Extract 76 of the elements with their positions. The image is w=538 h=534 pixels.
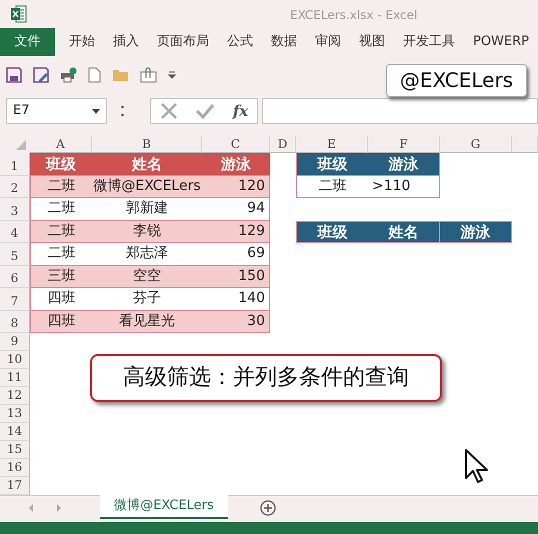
table-cell: 二班	[296, 176, 368, 198]
row-header[interactable]: 14	[0, 423, 30, 441]
overlay-label: @EXCELers	[386, 64, 527, 97]
formula-input[interactable]	[262, 98, 538, 124]
column-header[interactable]: G	[440, 136, 512, 153]
header-cell: 班级	[30, 153, 92, 176]
header-cell: 姓名	[368, 220, 440, 243]
table-cell: 二班	[30, 176, 92, 198]
ribbon-tab[interactable]: 页面布局	[148, 32, 218, 52]
table-cell: 120	[202, 176, 270, 198]
ribbon-tab[interactable]: POWERP	[464, 32, 538, 52]
mouse-pointer-icon	[464, 448, 488, 484]
row-header[interactable]: 10	[0, 351, 30, 369]
file-tab[interactable]: 文件	[0, 28, 56, 56]
row-header[interactable]: 4	[0, 220, 30, 243]
save-as-icon[interactable]	[33, 67, 49, 83]
row-header[interactable]: 15	[0, 441, 30, 459]
table-cell: 微博@EXCELers	[92, 176, 202, 198]
table-cell: 看见星光	[92, 310, 202, 333]
header-cell: 班级	[296, 220, 368, 243]
table-cell: 李锐	[92, 220, 202, 243]
header-cell: 姓名	[92, 153, 202, 176]
ribbon-tab[interactable]: 公式	[218, 32, 262, 52]
add-sheet-icon[interactable]	[260, 500, 276, 516]
header-cell: 游泳	[368, 153, 440, 176]
row-header[interactable]: 8	[0, 310, 30, 333]
check-icon[interactable]	[195, 103, 216, 119]
ribbon-tab[interactable]: 视图	[350, 32, 394, 52]
row-header[interactable]: 3	[0, 198, 30, 220]
row-header[interactable]: 11	[0, 369, 30, 387]
header-cell: 班级	[296, 153, 368, 176]
column-header[interactable]: F	[368, 136, 440, 153]
table-cell: 二班	[30, 220, 92, 243]
table-cell: 150	[202, 266, 270, 288]
column-header[interactable]: A	[30, 136, 92, 153]
row-header[interactable]: 9	[0, 333, 30, 351]
header-cell: 游泳	[202, 153, 270, 176]
header-cell: 游泳	[440, 220, 512, 243]
table-cell: 30	[202, 310, 270, 333]
row-header[interactable]: 16	[0, 459, 30, 477]
row-header[interactable]: 13	[0, 405, 30, 423]
column-header[interactable]: C	[202, 136, 270, 153]
window-title: EXCELers.xlsx - Excel	[290, 7, 418, 24]
ribbon-tab[interactable]: 审阅	[306, 32, 350, 52]
cancel-icon[interactable]	[160, 102, 178, 120]
row-header[interactable]: 1	[0, 153, 30, 176]
excel-logo-icon	[11, 5, 27, 23]
row-header[interactable]: 6	[0, 266, 30, 288]
ribbon-tab[interactable]: 开始	[60, 32, 104, 52]
insert-function-button[interactable]: fx	[232, 100, 248, 122]
printer-icon[interactable]	[60, 67, 77, 83]
caret-icon[interactable]	[92, 108, 100, 114]
dropdown-icon[interactable]	[168, 71, 176, 79]
table-cell: 三班	[30, 266, 92, 288]
new-document-icon[interactable]	[88, 67, 101, 83]
column-header[interactable]: D	[270, 136, 296, 153]
table-cell: 四班	[30, 310, 92, 333]
save-icon[interactable]	[6, 67, 22, 83]
row-header[interactable]: 2	[0, 176, 30, 198]
column-header[interactable]: E	[296, 136, 368, 153]
sheet-tab[interactable]: 微博@EXCELers	[100, 495, 228, 519]
ribbon-tab[interactable]: 开发工具	[394, 32, 464, 52]
table-cell: >110	[368, 176, 440, 198]
attachment-icon[interactable]	[140, 67, 157, 83]
column-header[interactable]: B	[92, 136, 202, 153]
ribbon-tab[interactable]: 插入	[104, 32, 148, 52]
name-box[interactable]: E7	[6, 98, 107, 124]
ribbon-tab[interactable]: 数据	[262, 32, 306, 52]
row-header[interactable]: 5	[0, 243, 30, 266]
more-icon[interactable]	[121, 105, 124, 117]
row-header[interactable]: 12	[0, 387, 30, 405]
table-cell: 129	[202, 220, 270, 243]
row-header[interactable]: 7	[0, 288, 30, 310]
callout-label: 高级筛选：并列多条件的查询	[90, 354, 442, 402]
table-cell: 空空	[92, 266, 202, 288]
row-header[interactable]: 17	[0, 477, 30, 495]
